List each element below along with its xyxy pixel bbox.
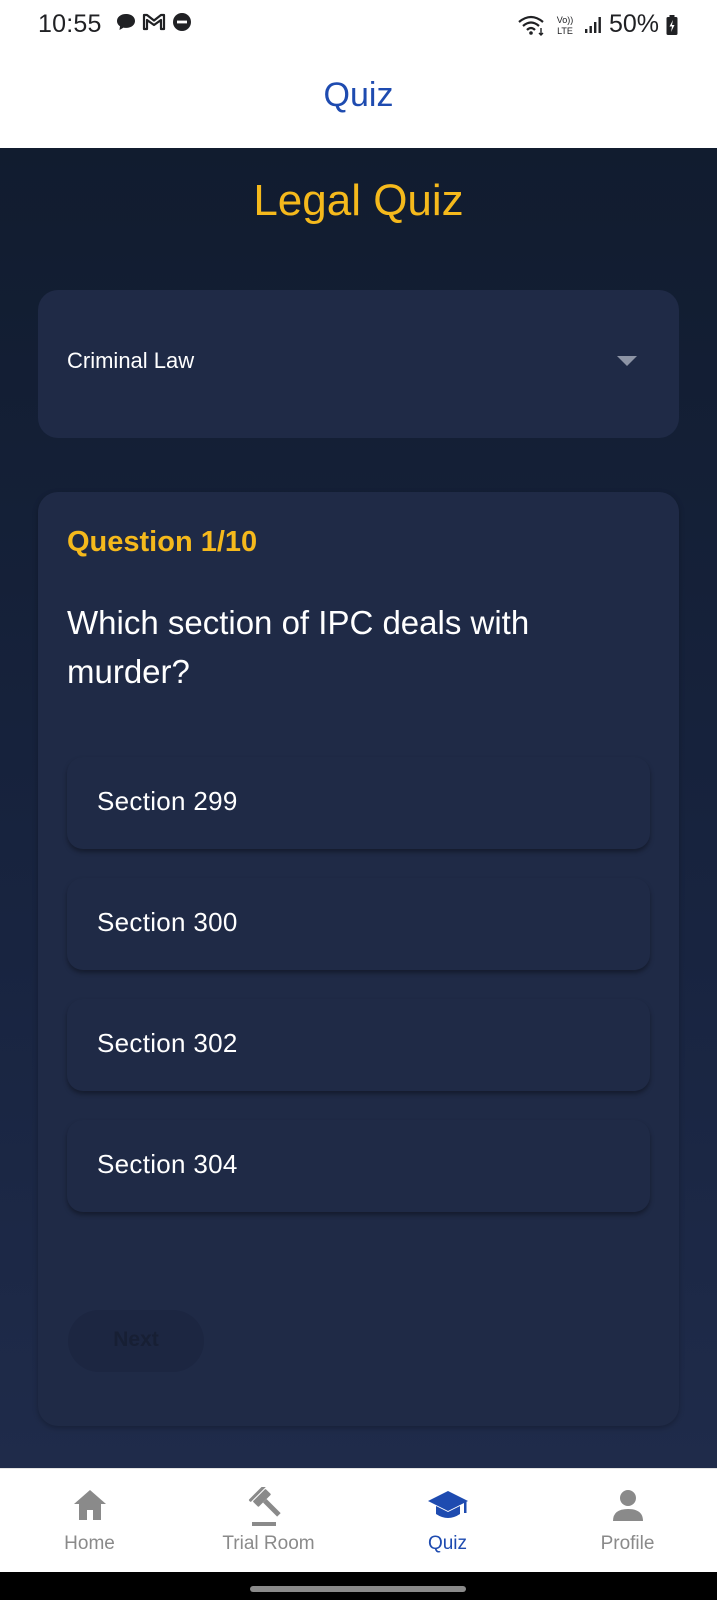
next-button[interactable]: Next (68, 1310, 204, 1372)
gmail-icon (142, 13, 166, 31)
answer-option-label: Section 302 (97, 1028, 238, 1058)
status-right-icons: Vo)) LTE 50% (517, 10, 679, 39)
dropdown-arrow-icon (617, 356, 637, 366)
answer-option-label: Section 300 (97, 907, 238, 937)
bottom-nav: Home Trial Room Quiz Profile (0, 1468, 717, 1572)
do-not-disturb-icon (173, 13, 191, 31)
notification-icons (116, 12, 192, 32)
svg-text:LTE: LTE (557, 26, 573, 36)
wifi-icon (518, 15, 544, 36)
answer-option-4[interactable]: Section 304 (67, 1120, 650, 1212)
person-icon (612, 1490, 643, 1521)
nav-label-profile: Profile (600, 1533, 655, 1554)
page-heading: Legal Quiz (253, 176, 464, 225)
question-card: Question 1/10 Which section of IPC deals… (38, 492, 679, 1426)
volte-lte-icon: Vo)) LTE (557, 15, 574, 36)
nav-item-profile[interactable]: Profile (538, 1469, 717, 1573)
battery-charging-icon (666, 14, 678, 35)
graduation-cap-icon (427, 1491, 468, 1518)
answer-option-2[interactable]: Section 300 (67, 878, 650, 970)
battery-percentage: 50% (608, 10, 659, 38)
question-text: Which section of IPC deals with murder? (67, 604, 530, 690)
status-bar: 10:55 Vo)) LTE 50% (0, 0, 717, 50)
nav-item-home[interactable]: Home (0, 1469, 179, 1573)
answer-option-1[interactable]: Section 299 (67, 757, 650, 849)
nav-label-trial-room: Trial Room (222, 1533, 315, 1554)
app-bar: Quiz (0, 50, 717, 148)
signal-icon (584, 16, 601, 33)
system-navigation-bar (0, 1572, 717, 1600)
home-gesture-handle[interactable] (250, 1586, 466, 1592)
quiz-content: Legal Quiz Criminal Law Question 1/10 Wh… (0, 148, 717, 1468)
nav-label-home: Home (64, 1533, 115, 1554)
svg-text:Vo)): Vo)) (557, 15, 574, 25)
app-bar-title: Quiz (323, 76, 394, 114)
nav-item-trial-room[interactable]: Trial Room (179, 1469, 358, 1573)
home-icon (73, 1490, 106, 1520)
gavel-icon (248, 1487, 281, 1526)
question-progress: Question 1/10 (67, 526, 258, 558)
category-dropdown[interactable]: Criminal Law (38, 290, 679, 438)
next-button-label: Next (113, 1328, 159, 1351)
status-time: 10:55 (38, 10, 102, 38)
nav-label-quiz: Quiz (427, 1533, 468, 1554)
answer-option-label: Section 299 (97, 786, 238, 816)
answer-option-3[interactable]: Section 302 (67, 999, 650, 1091)
nav-item-quiz[interactable]: Quiz (358, 1469, 537, 1573)
chat-bubble-icon (117, 14, 135, 30)
category-dropdown-value: Criminal Law (67, 348, 195, 373)
answer-option-label: Section 304 (97, 1149, 238, 1179)
